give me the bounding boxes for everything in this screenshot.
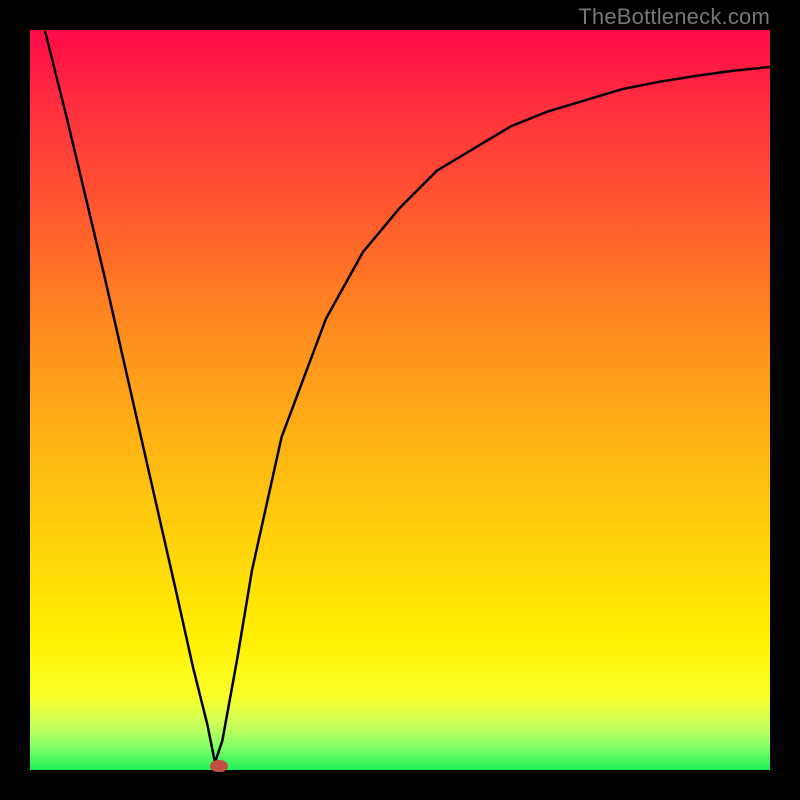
chart-frame: TheBottleneck.com: [0, 0, 800, 800]
bottleneck-marker: [210, 760, 228, 772]
plot-area: [30, 30, 770, 770]
curve-path: [45, 30, 770, 763]
chart-curve: [30, 30, 770, 770]
watermark-text: TheBottleneck.com: [578, 4, 770, 30]
